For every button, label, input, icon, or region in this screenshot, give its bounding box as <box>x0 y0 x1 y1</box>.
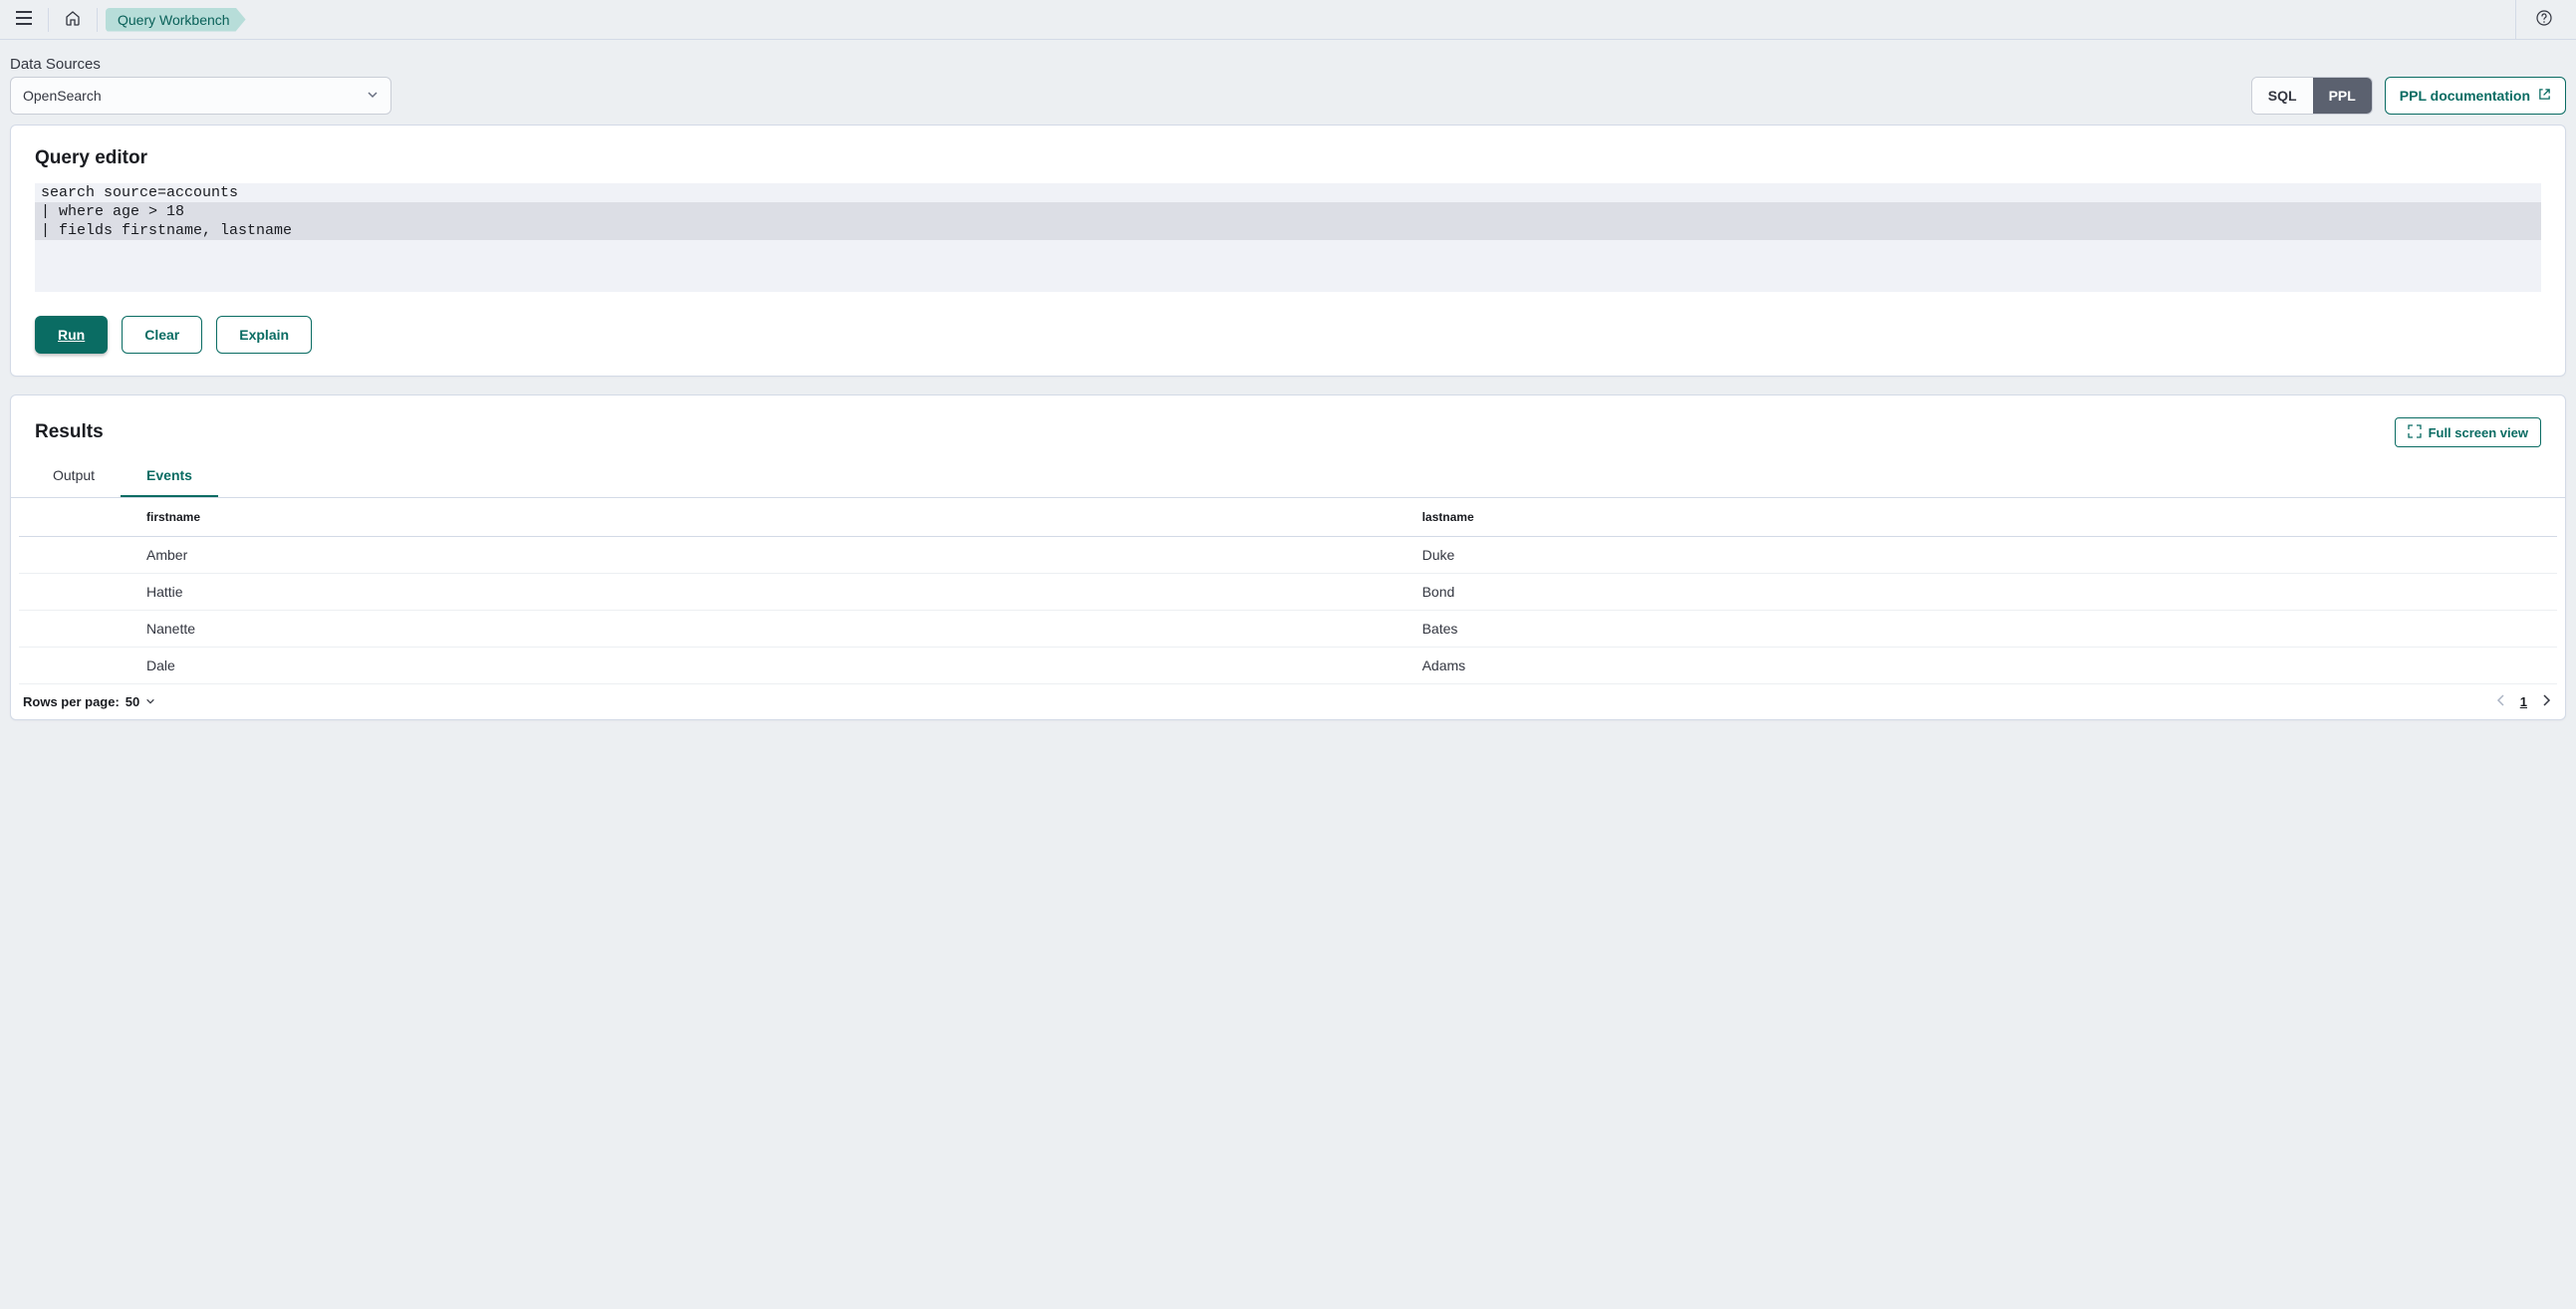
editor-line: | fields firstname, lastname <box>35 221 2541 240</box>
editor-line: search source=accounts <box>35 183 2541 202</box>
language-toggle: SQL PPL <box>2251 77 2373 115</box>
results-title: Results <box>35 421 104 443</box>
table-row: Hattie Bond <box>19 574 2557 611</box>
table-row: Nanette Bates <box>19 611 2557 648</box>
cell-lastname: Duke <box>1295 537 2557 574</box>
results-header: Results Full screen view <box>11 395 2565 447</box>
header-left: Query Workbench <box>8 4 246 36</box>
home-button[interactable] <box>57 4 89 36</box>
tab-output[interactable]: Output <box>27 457 121 497</box>
tab-events[interactable]: Events <box>121 457 218 497</box>
cell-firstname: Hattie <box>19 574 1295 611</box>
rows-per-page[interactable]: Rows per page: 50 <box>23 694 155 709</box>
editor-buttons: Run Clear Explain <box>35 316 2541 354</box>
run-button[interactable]: Run <box>35 316 108 354</box>
rows-per-value: 50 <box>126 694 139 709</box>
page-number[interactable]: 1 <box>2520 694 2527 709</box>
results-tabs: Output Events <box>11 447 2565 498</box>
cell-firstname: Dale <box>19 648 1295 684</box>
hamburger-icon <box>16 11 32 28</box>
cell-firstname: Amber <box>19 537 1295 574</box>
help-button[interactable] <box>2528 4 2560 36</box>
breadcrumb[interactable]: Query Workbench <box>106 8 246 32</box>
app-header: Query Workbench <box>0 0 2576 40</box>
table-row: Dale Adams <box>19 648 2557 684</box>
rows-per-label: Rows per page: <box>23 694 120 709</box>
cell-lastname: Bates <box>1295 611 2557 648</box>
cell-firstname: Nanette <box>19 611 1295 648</box>
divider <box>2515 0 2516 40</box>
help-icon <box>2536 10 2552 29</box>
table-footer: Rows per page: 50 1 <box>11 684 2565 719</box>
prev-page-button[interactable] <box>2494 692 2508 711</box>
full-screen-label: Full screen view <box>2429 425 2528 440</box>
header-right <box>2503 0 2568 40</box>
fullscreen-icon <box>2408 424 2422 441</box>
toolbar: Data Sources OpenSearch SQL PPL PPL docu… <box>0 40 2576 125</box>
data-sources-group: Data Sources OpenSearch <box>10 56 391 115</box>
data-sources-value: OpenSearch <box>23 88 102 104</box>
cell-lastname: Adams <box>1295 648 2557 684</box>
query-editor[interactable]: search source=accounts | where age > 18 … <box>35 183 2541 292</box>
results-table: firstname lastname Amber Duke Hattie Bon… <box>19 498 2557 684</box>
clear-button[interactable]: Clear <box>122 316 202 354</box>
column-header-firstname[interactable]: firstname <box>19 498 1295 537</box>
ppl-toggle[interactable]: PPL <box>2313 78 2372 114</box>
doc-link-label: PPL documentation <box>2400 88 2530 104</box>
divider <box>97 8 98 32</box>
divider <box>48 8 49 32</box>
full-screen-button[interactable]: Full screen view <box>2395 417 2541 447</box>
cell-lastname: Bond <box>1295 574 2557 611</box>
editor-line: | where age > 18 <box>35 202 2541 221</box>
data-sources-select[interactable]: OpenSearch <box>10 77 391 115</box>
results-card: Results Full screen view Output Events f… <box>10 394 2566 720</box>
home-icon <box>65 10 81 29</box>
menu-button[interactable] <box>8 4 40 36</box>
pagination: 1 <box>2494 692 2553 711</box>
chevron-down-icon <box>367 88 379 104</box>
ppl-documentation-link[interactable]: PPL documentation <box>2385 77 2566 115</box>
external-link-icon <box>2538 88 2551 104</box>
query-editor-card: Query editor search source=accounts | wh… <box>10 125 2566 377</box>
data-sources-label: Data Sources <box>10 56 391 73</box>
explain-button[interactable]: Explain <box>216 316 312 354</box>
table-row: Amber Duke <box>19 537 2557 574</box>
chevron-left-icon <box>2496 694 2506 709</box>
column-header-lastname[interactable]: lastname <box>1295 498 2557 537</box>
sql-toggle[interactable]: SQL <box>2252 78 2313 114</box>
results-table-wrap: firstname lastname Amber Duke Hattie Bon… <box>11 498 2565 684</box>
query-editor-title: Query editor <box>35 147 2541 169</box>
chevron-down-icon <box>145 694 155 709</box>
next-page-button[interactable] <box>2539 692 2553 711</box>
chevron-right-icon <box>2541 694 2551 709</box>
